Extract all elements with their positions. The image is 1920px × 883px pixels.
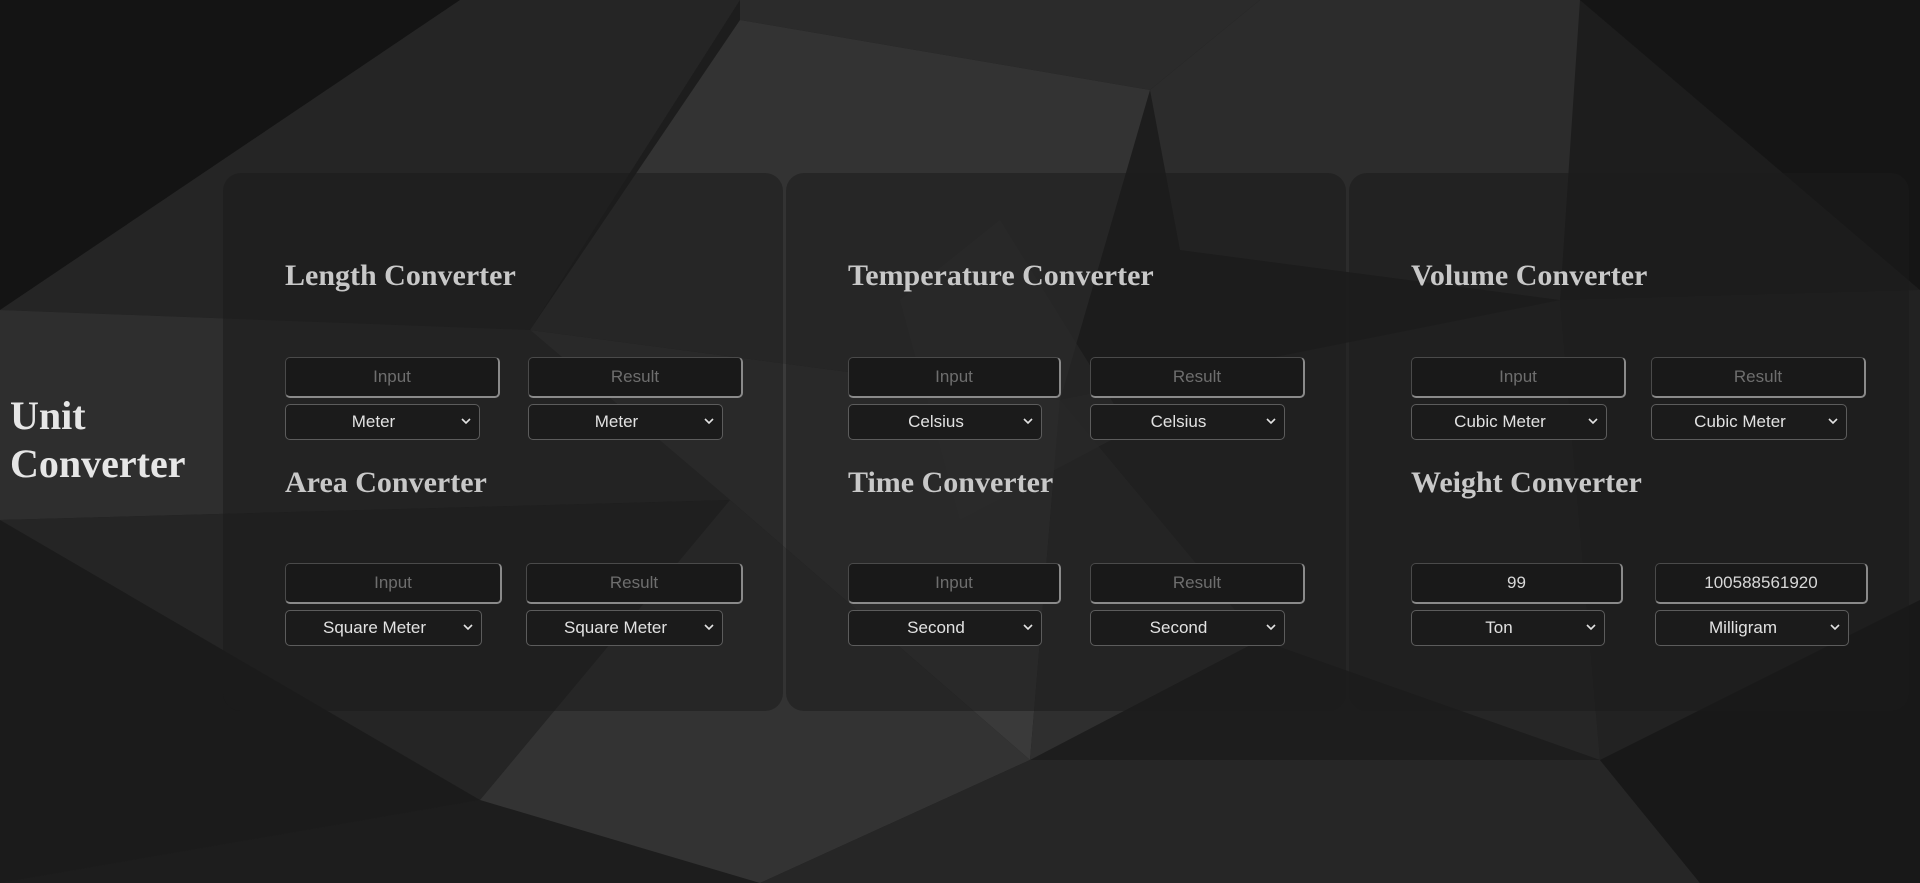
length-converter: Length Converter Meter Meter bbox=[285, 258, 743, 440]
chevron-down-icon bbox=[1828, 418, 1838, 425]
weight-input-field[interactable] bbox=[1411, 563, 1623, 604]
volume-to-unit-select[interactable]: Cubic Meter bbox=[1651, 404, 1847, 440]
volume-converter-title: Volume Converter bbox=[1411, 259, 1648, 292]
chevron-down-icon bbox=[1266, 418, 1276, 425]
length-from-unit-select[interactable]: Meter bbox=[285, 404, 480, 440]
chevron-down-icon bbox=[1830, 624, 1840, 631]
chevron-down-icon bbox=[461, 418, 471, 425]
temperature-result-field[interactable] bbox=[1090, 357, 1305, 398]
length-converter-title: Length Converter bbox=[285, 259, 516, 292]
time-converter-title: Time Converter bbox=[848, 466, 1054, 499]
weight-to-unit-select[interactable]: Milligram bbox=[1655, 610, 1849, 646]
temperature-converter: Temperature Converter Celsius Celsius bbox=[848, 258, 1305, 440]
chevron-down-icon bbox=[463, 624, 473, 631]
chevron-down-icon bbox=[704, 418, 714, 425]
temperature-from-unit-select[interactable]: Celsius bbox=[848, 404, 1042, 440]
time-result-field[interactable] bbox=[1090, 563, 1305, 604]
length-to-unit-value: Meter bbox=[594, 412, 639, 431]
temperature-to-unit-value: Celsius bbox=[1150, 412, 1207, 431]
chevron-down-icon bbox=[1586, 624, 1596, 631]
volume-input-field[interactable] bbox=[1411, 357, 1626, 398]
weight-from-unit-value: Ton bbox=[1485, 618, 1513, 637]
page-title: Unit Converter bbox=[10, 393, 186, 486]
chevron-down-icon bbox=[1023, 418, 1033, 425]
length-result-field[interactable] bbox=[528, 357, 743, 398]
weight-converter-title: Weight Converter bbox=[1411, 466, 1642, 499]
chevron-down-icon bbox=[1023, 624, 1033, 631]
area-from-unit-value: Square Meter bbox=[323, 618, 426, 637]
chevron-down-icon bbox=[704, 624, 714, 631]
time-from-unit-select[interactable]: Second bbox=[848, 610, 1042, 646]
temperature-converter-title: Temperature Converter bbox=[848, 259, 1154, 292]
length-to-unit-select[interactable]: Meter bbox=[528, 404, 723, 440]
area-converter: Area Converter Square Meter Square Meter bbox=[285, 465, 743, 646]
area-input-field[interactable] bbox=[285, 563, 502, 604]
volume-from-unit-value: Cubic Meter bbox=[1454, 412, 1546, 431]
area-converter-title: Area Converter bbox=[285, 466, 487, 499]
area-to-unit-select[interactable]: Square Meter bbox=[526, 610, 723, 646]
temperature-input-field[interactable] bbox=[848, 357, 1061, 398]
volume-result-field[interactable] bbox=[1651, 357, 1866, 398]
area-result-field[interactable] bbox=[526, 563, 743, 604]
area-to-unit-value: Square Meter bbox=[564, 618, 667, 637]
temperature-to-unit-select[interactable]: Celsius bbox=[1090, 404, 1285, 440]
time-to-unit-value: Second bbox=[1149, 618, 1208, 637]
length-from-unit-value: Meter bbox=[351, 412, 396, 431]
volume-from-unit-select[interactable]: Cubic Meter bbox=[1411, 404, 1607, 440]
temperature-from-unit-value: Celsius bbox=[908, 412, 964, 431]
volume-to-unit-value: Cubic Meter bbox=[1694, 412, 1786, 431]
volume-converter: Volume Converter Cubic Meter Cubic Meter bbox=[1411, 258, 1866, 440]
chevron-down-icon bbox=[1266, 624, 1276, 631]
weight-from-unit-select[interactable]: Ton bbox=[1411, 610, 1605, 646]
weight-converter: Weight Converter Ton Milligram bbox=[1411, 465, 1868, 646]
weight-result-field[interactable] bbox=[1655, 563, 1868, 604]
time-input-field[interactable] bbox=[848, 563, 1061, 604]
area-from-unit-select[interactable]: Square Meter bbox=[285, 610, 482, 646]
time-to-unit-select[interactable]: Second bbox=[1090, 610, 1285, 646]
length-input-field[interactable] bbox=[285, 357, 500, 398]
time-converter: Time Converter Second Second bbox=[848, 465, 1305, 646]
chevron-down-icon bbox=[1588, 418, 1598, 425]
time-from-unit-value: Second bbox=[907, 618, 965, 637]
weight-to-unit-value: Milligram bbox=[1709, 618, 1777, 637]
